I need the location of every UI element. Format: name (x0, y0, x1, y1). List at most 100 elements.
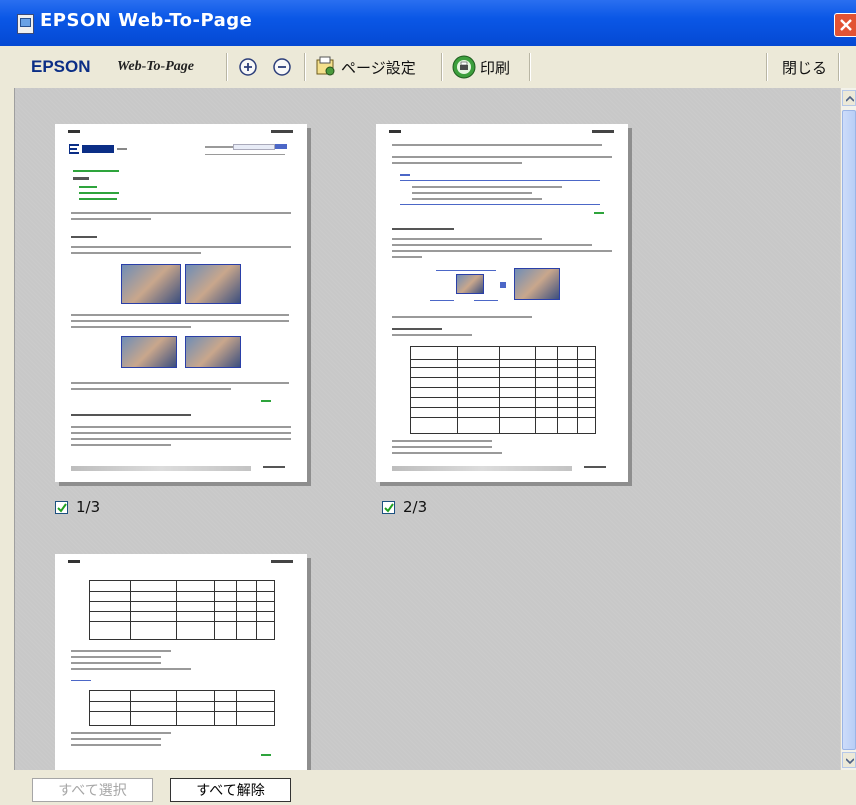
print-label: 印刷 (480, 58, 511, 77)
text-line (71, 382, 289, 384)
photo-thumb (185, 264, 241, 304)
table-rule (176, 581, 177, 639)
page-header (271, 560, 293, 563)
search-box (233, 144, 275, 150)
page-2-checkbox[interactable]: 2/3 (382, 498, 427, 516)
toolbar-separator (226, 53, 227, 81)
check-icon (384, 502, 394, 513)
table-rule (236, 581, 237, 639)
page-2-label: 2/3 (403, 498, 428, 516)
table-rule (90, 591, 274, 592)
page-1-label: 1/3 (76, 498, 101, 516)
close-button[interactable]: 閉じる (782, 57, 827, 78)
left-border (0, 88, 14, 770)
toolbar-separator (529, 53, 530, 81)
table-rule (90, 711, 274, 712)
print-button[interactable]: 印刷 (452, 54, 510, 80)
scroll-up-button[interactable] (842, 90, 856, 106)
page-1-checkbox[interactable]: 1/3 (55, 498, 100, 516)
text-line (71, 314, 289, 316)
data-table (89, 580, 275, 640)
chevron-down-icon (846, 758, 854, 764)
page-header (592, 130, 614, 133)
zoom-in-button[interactable] (238, 54, 258, 80)
text-line (79, 186, 97, 188)
text-line (430, 300, 454, 301)
text-line (71, 668, 191, 670)
print-icon (452, 55, 476, 79)
arrow-icon (500, 282, 506, 288)
table-rule (411, 407, 595, 408)
text-line (205, 146, 233, 148)
photo-thumb (121, 336, 177, 368)
photo-thumb (185, 336, 241, 368)
brand-logo: EPSON (31, 57, 91, 76)
table-rule (90, 621, 274, 622)
deselect-all-button[interactable]: すべて解除 (170, 778, 291, 802)
checkbox[interactable] (55, 500, 68, 514)
text-line (71, 326, 191, 328)
text-line (392, 440, 492, 442)
text-line (392, 238, 542, 240)
text-line (412, 186, 562, 188)
text-line (412, 192, 532, 194)
toolbar-separator (766, 53, 767, 81)
toolbar-separator (304, 53, 305, 81)
text-line (400, 174, 410, 176)
product-name: Web-To-Page (117, 59, 194, 74)
text-line (71, 732, 171, 734)
scroll-thumb[interactable] (842, 110, 856, 750)
text-line (71, 252, 201, 254)
text-line (392, 316, 532, 318)
diagram-line (436, 270, 496, 271)
text-line (594, 212, 604, 214)
preview-area[interactable]: 1/3 2/3 (14, 88, 841, 770)
table-rule (130, 691, 131, 725)
page-header (389, 130, 401, 133)
text-line (79, 198, 117, 200)
search-button-thumb (275, 144, 287, 149)
data-table (410, 346, 596, 434)
window-close-button[interactable] (834, 13, 856, 37)
epson-logo-icon (69, 144, 127, 154)
photo-thumb (456, 274, 484, 294)
table-rule (535, 347, 536, 433)
table-rule (577, 347, 578, 433)
checkbox[interactable] (382, 500, 395, 514)
text-line (392, 162, 522, 164)
page-header (271, 130, 293, 133)
text-line (392, 446, 492, 448)
vertical-scrollbar[interactable] (840, 88, 856, 770)
select-all-button[interactable]: すべて選択 (32, 778, 153, 802)
page-setup-icon (316, 56, 335, 76)
page-setup-label: ページ設定 (341, 58, 416, 77)
table-rule (411, 377, 595, 378)
page-footer (392, 466, 572, 471)
table-rule (256, 581, 257, 639)
page-thumbnail-3[interactable] (55, 554, 307, 770)
title-bar: EPSON Web-To-Page (0, 0, 856, 46)
text-line (392, 328, 442, 330)
page-setup-button[interactable]: ページ設定 (315, 54, 416, 80)
check-icon (57, 502, 67, 513)
scroll-down-button[interactable] (842, 752, 856, 768)
bottom-bar: すべて選択 すべて解除 (0, 770, 856, 805)
text-line (400, 204, 600, 205)
page-footer (263, 466, 285, 468)
toolbar-separator (838, 53, 839, 81)
photo-thumb (514, 268, 560, 300)
zoom-out-button[interactable] (272, 54, 292, 80)
table-rule (236, 691, 237, 725)
text-line (412, 198, 542, 200)
table-rule (90, 701, 274, 702)
page-thumbnail-2[interactable] (376, 124, 628, 482)
page-thumbnail-1[interactable] (55, 124, 307, 482)
table-rule (130, 581, 131, 639)
text-line (392, 250, 612, 252)
photo-thumb (121, 264, 181, 304)
text-line (71, 680, 91, 681)
table-rule (557, 347, 558, 433)
toolbar: EPSON Web-To-Page ページ設定 印刷 閉じる (0, 46, 856, 89)
text-line (71, 438, 291, 440)
zoom-in-icon (239, 58, 257, 76)
